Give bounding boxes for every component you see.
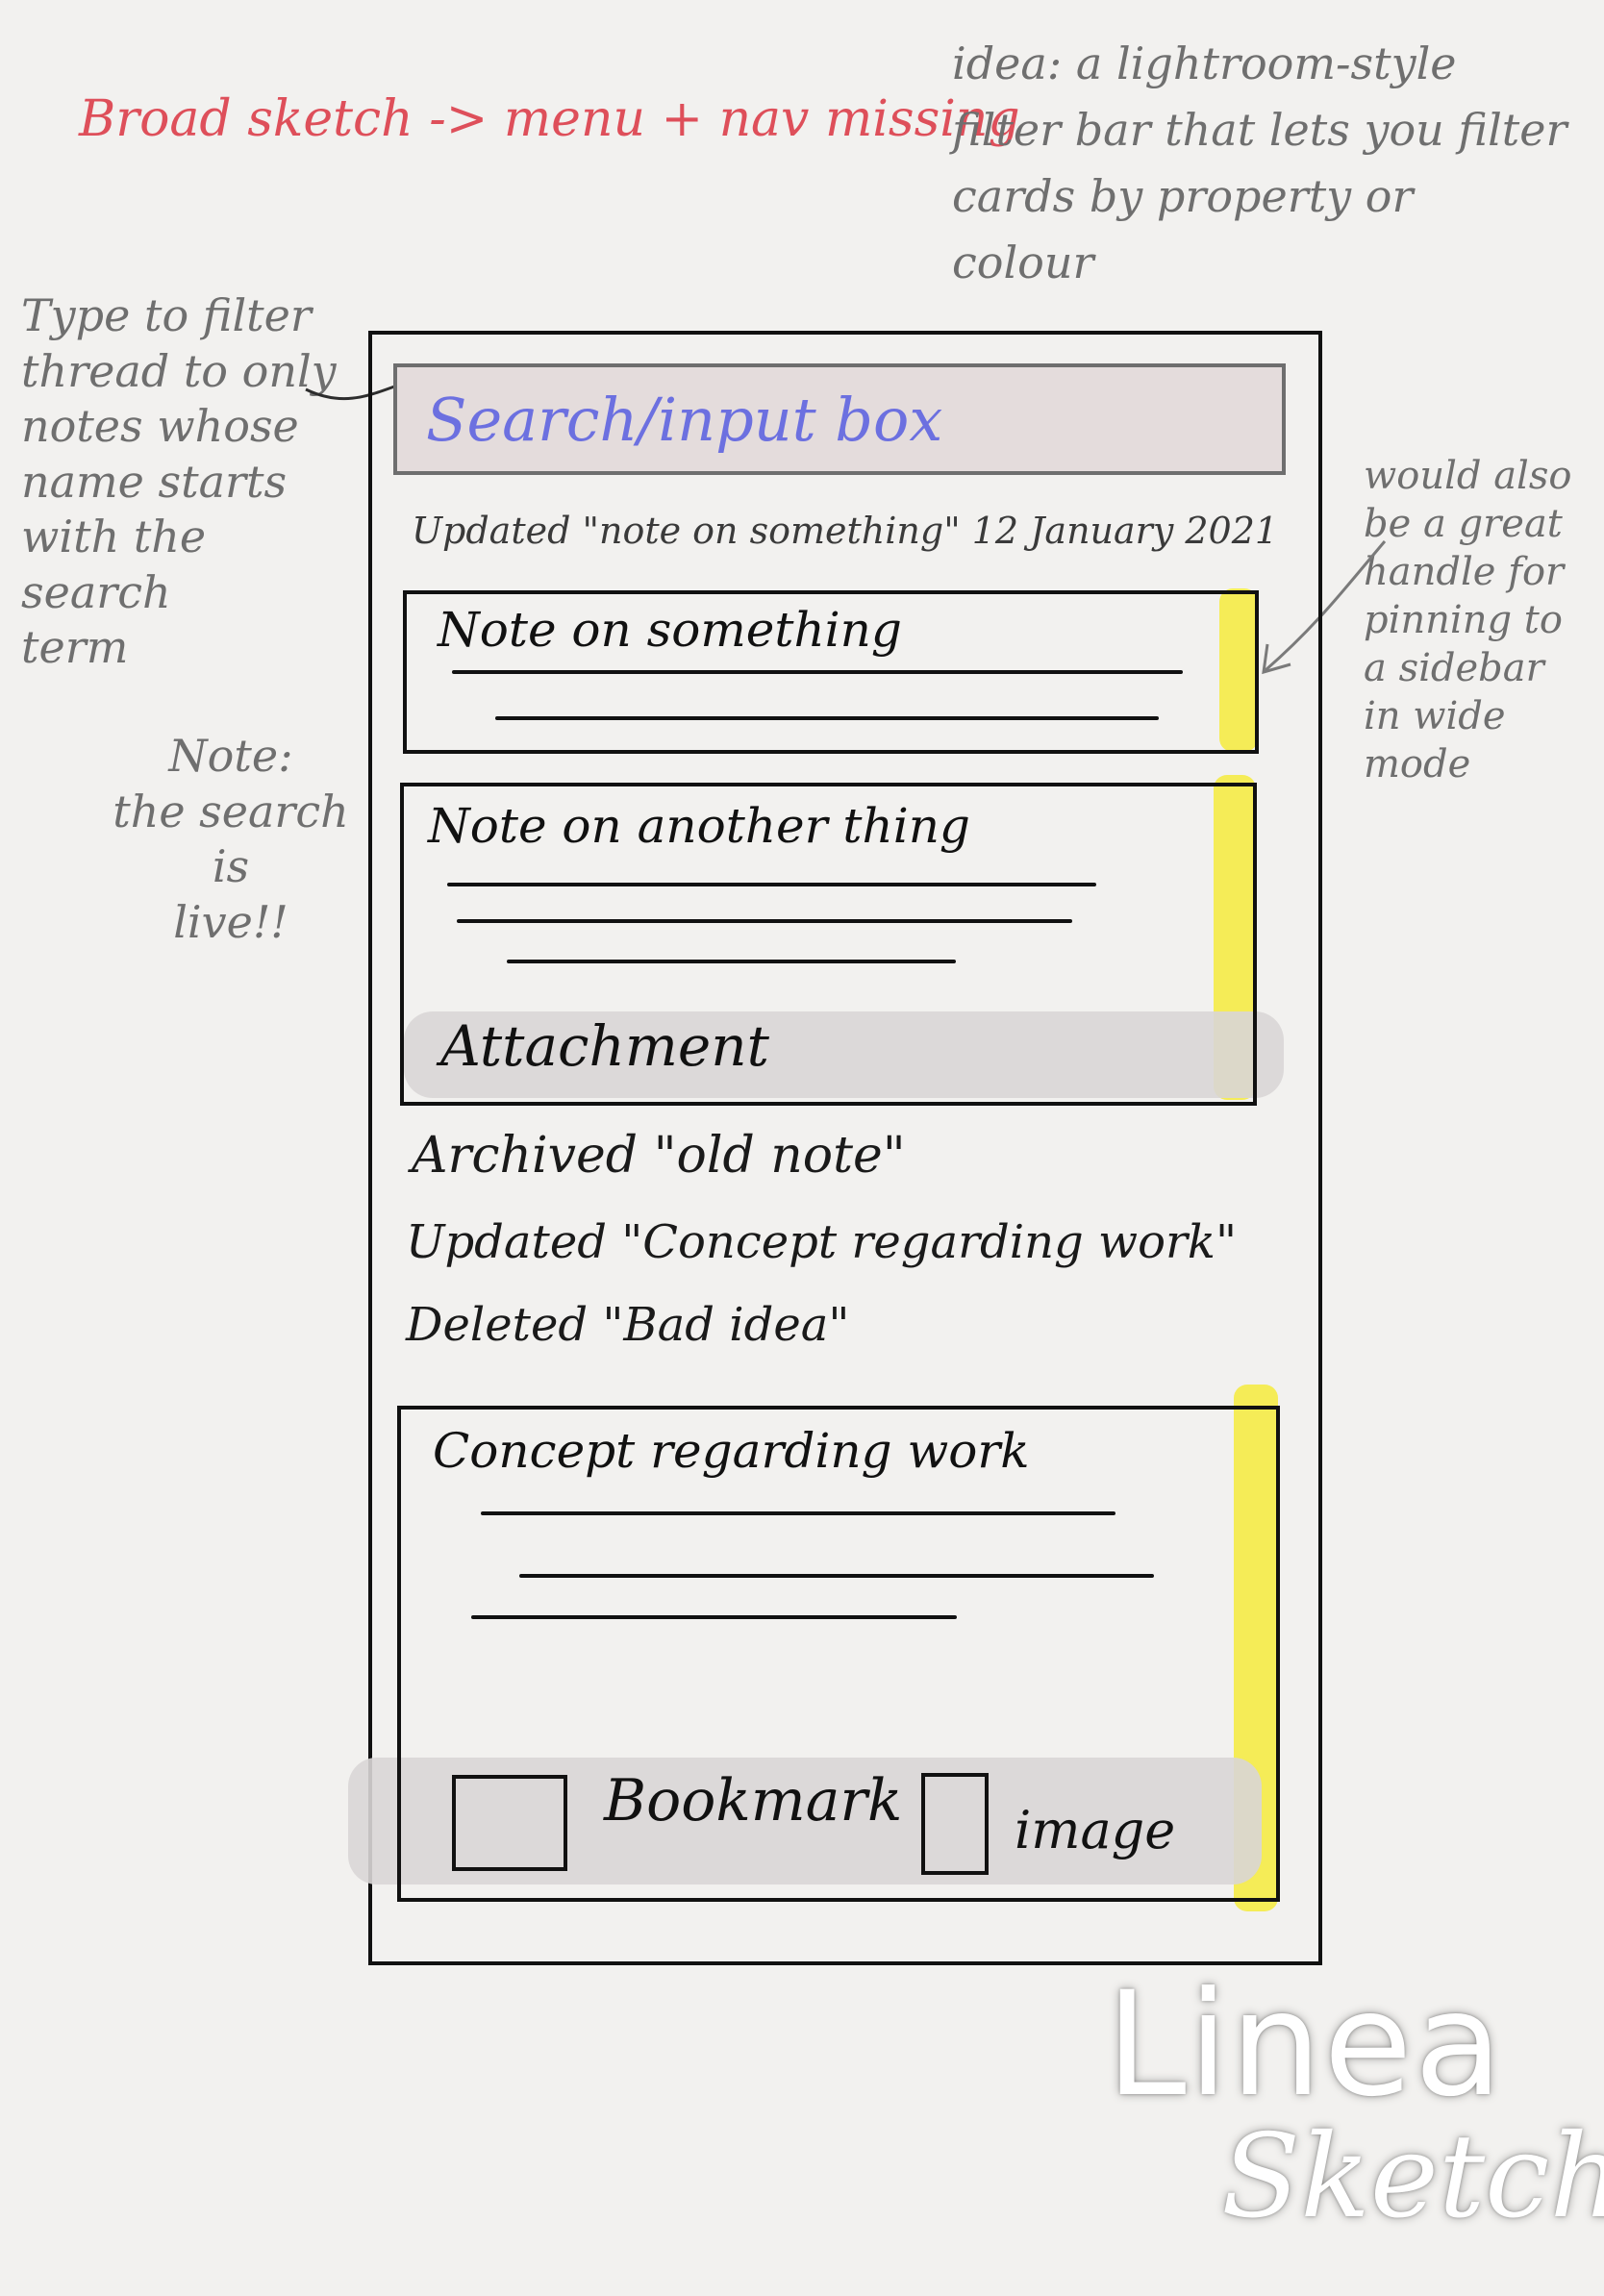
- text-placeholder-line: [457, 919, 1072, 923]
- linea-logo: Linea: [1106, 1961, 1505, 2129]
- attachment-label[interactable]: Attachment: [440, 1013, 769, 1079]
- feed-event-updated: Updated "note on something" 12 January 2…: [412, 510, 1279, 552]
- annotation-broad-sketch: Broad sketch -> menu + nav missing: [79, 90, 1020, 148]
- sketch-logo: Sketch: [1221, 2110, 1604, 2244]
- text-placeholder-line: [452, 670, 1183, 674]
- text-placeholder-line: [495, 716, 1159, 720]
- feed-event-deleted: Deleted "Bad idea": [406, 1298, 850, 1352]
- image-label: image: [1015, 1800, 1176, 1860]
- card-title: Concept regarding work: [433, 1423, 1030, 1479]
- image-checkbox[interactable]: [921, 1773, 989, 1875]
- text-placeholder-line: [519, 1574, 1154, 1578]
- annotation-type-to-filter: Type to filter thread to only notes whos…: [21, 289, 337, 673]
- text-placeholder-line: [471, 1615, 957, 1619]
- text-placeholder-line: [507, 960, 956, 963]
- text-placeholder-line: [481, 1511, 1115, 1515]
- bookmark-label: Bookmark: [604, 1767, 903, 1834]
- annotation-search-live: Note: the search is live!!: [113, 730, 349, 948]
- search-placeholder: Search/input box: [426, 385, 943, 455]
- bookmark-checkbox[interactable]: [452, 1775, 567, 1871]
- card-title: Note on another thing: [428, 798, 970, 854]
- annotation-sidebar-handle: would also be a great handle for pinning…: [1364, 454, 1572, 786]
- feed-event-updated: Updated "Concept regarding work": [406, 1215, 1238, 1269]
- text-placeholder-line: [447, 883, 1096, 886]
- card-title: Note on something: [438, 602, 902, 658]
- feed-event-archived: Archived "old note": [412, 1127, 906, 1185]
- search-input[interactable]: Search/input box: [393, 363, 1286, 475]
- annotation-filter-bar-idea: idea: a lightroom-style filter bar that …: [952, 37, 1567, 288]
